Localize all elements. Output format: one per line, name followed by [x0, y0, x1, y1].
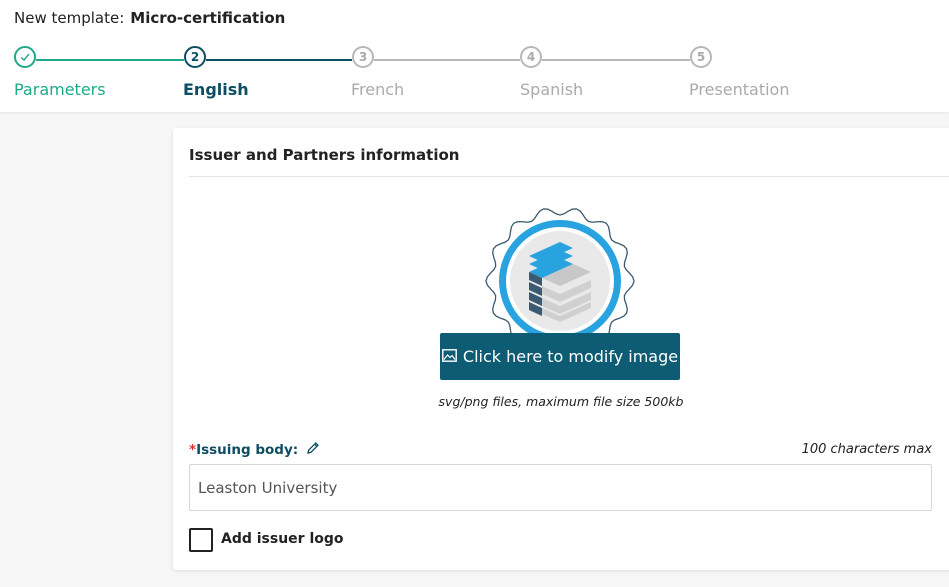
add-issuer-logo-label[interactable]: Add issuer logo [221, 531, 344, 547]
top-bar: New template: Micro-certification Paramet… [0, 0, 949, 112]
stepper: Parameters 2 English 3 French 4 Spanish … [0, 46, 949, 106]
required-mark: * [189, 442, 197, 458]
issuing-body-label: *Issuing body: [189, 441, 320, 459]
issuing-body-input[interactable] [189, 464, 932, 511]
step-connector-4 [542, 59, 690, 61]
step-number: 3 [352, 46, 374, 68]
add-issuer-logo-checkbox[interactable] [189, 528, 213, 552]
step-number: 2 [184, 46, 206, 68]
step-label: Parameters [14, 80, 106, 99]
step-label: English [183, 80, 249, 99]
card-title: Issuer and Partners information [189, 146, 460, 164]
title-prefix: New template: [14, 9, 125, 27]
image-icon [441, 347, 457, 366]
step-label: Spanish [520, 80, 584, 99]
step-connector-3 [374, 59, 520, 61]
modify-image-label: Click here to modify image [462, 347, 679, 366]
step-label: Presentation [689, 80, 790, 99]
modify-image-button[interactable]: Click here to modify image [440, 333, 680, 380]
step-label: French [351, 80, 405, 99]
max-chars-hint: 100 characters max [801, 442, 932, 457]
step-connector-2 [206, 59, 352, 61]
check-icon [14, 46, 36, 68]
template-name: Micro-certification [130, 9, 286, 27]
issuing-body-label-text: Issuing body: [196, 442, 299, 458]
divider [189, 176, 949, 177]
step-number: 4 [520, 46, 542, 68]
step-connector-1 [36, 59, 184, 61]
file-hint: svg/png files, maximum file size 500kb [438, 394, 684, 409]
page-title: New template: Micro-certification [14, 9, 285, 27]
step-number: 5 [690, 46, 712, 68]
pencil-icon[interactable] [306, 441, 320, 459]
issuer-card: Issuer and Partners information Click he… [173, 128, 949, 570]
